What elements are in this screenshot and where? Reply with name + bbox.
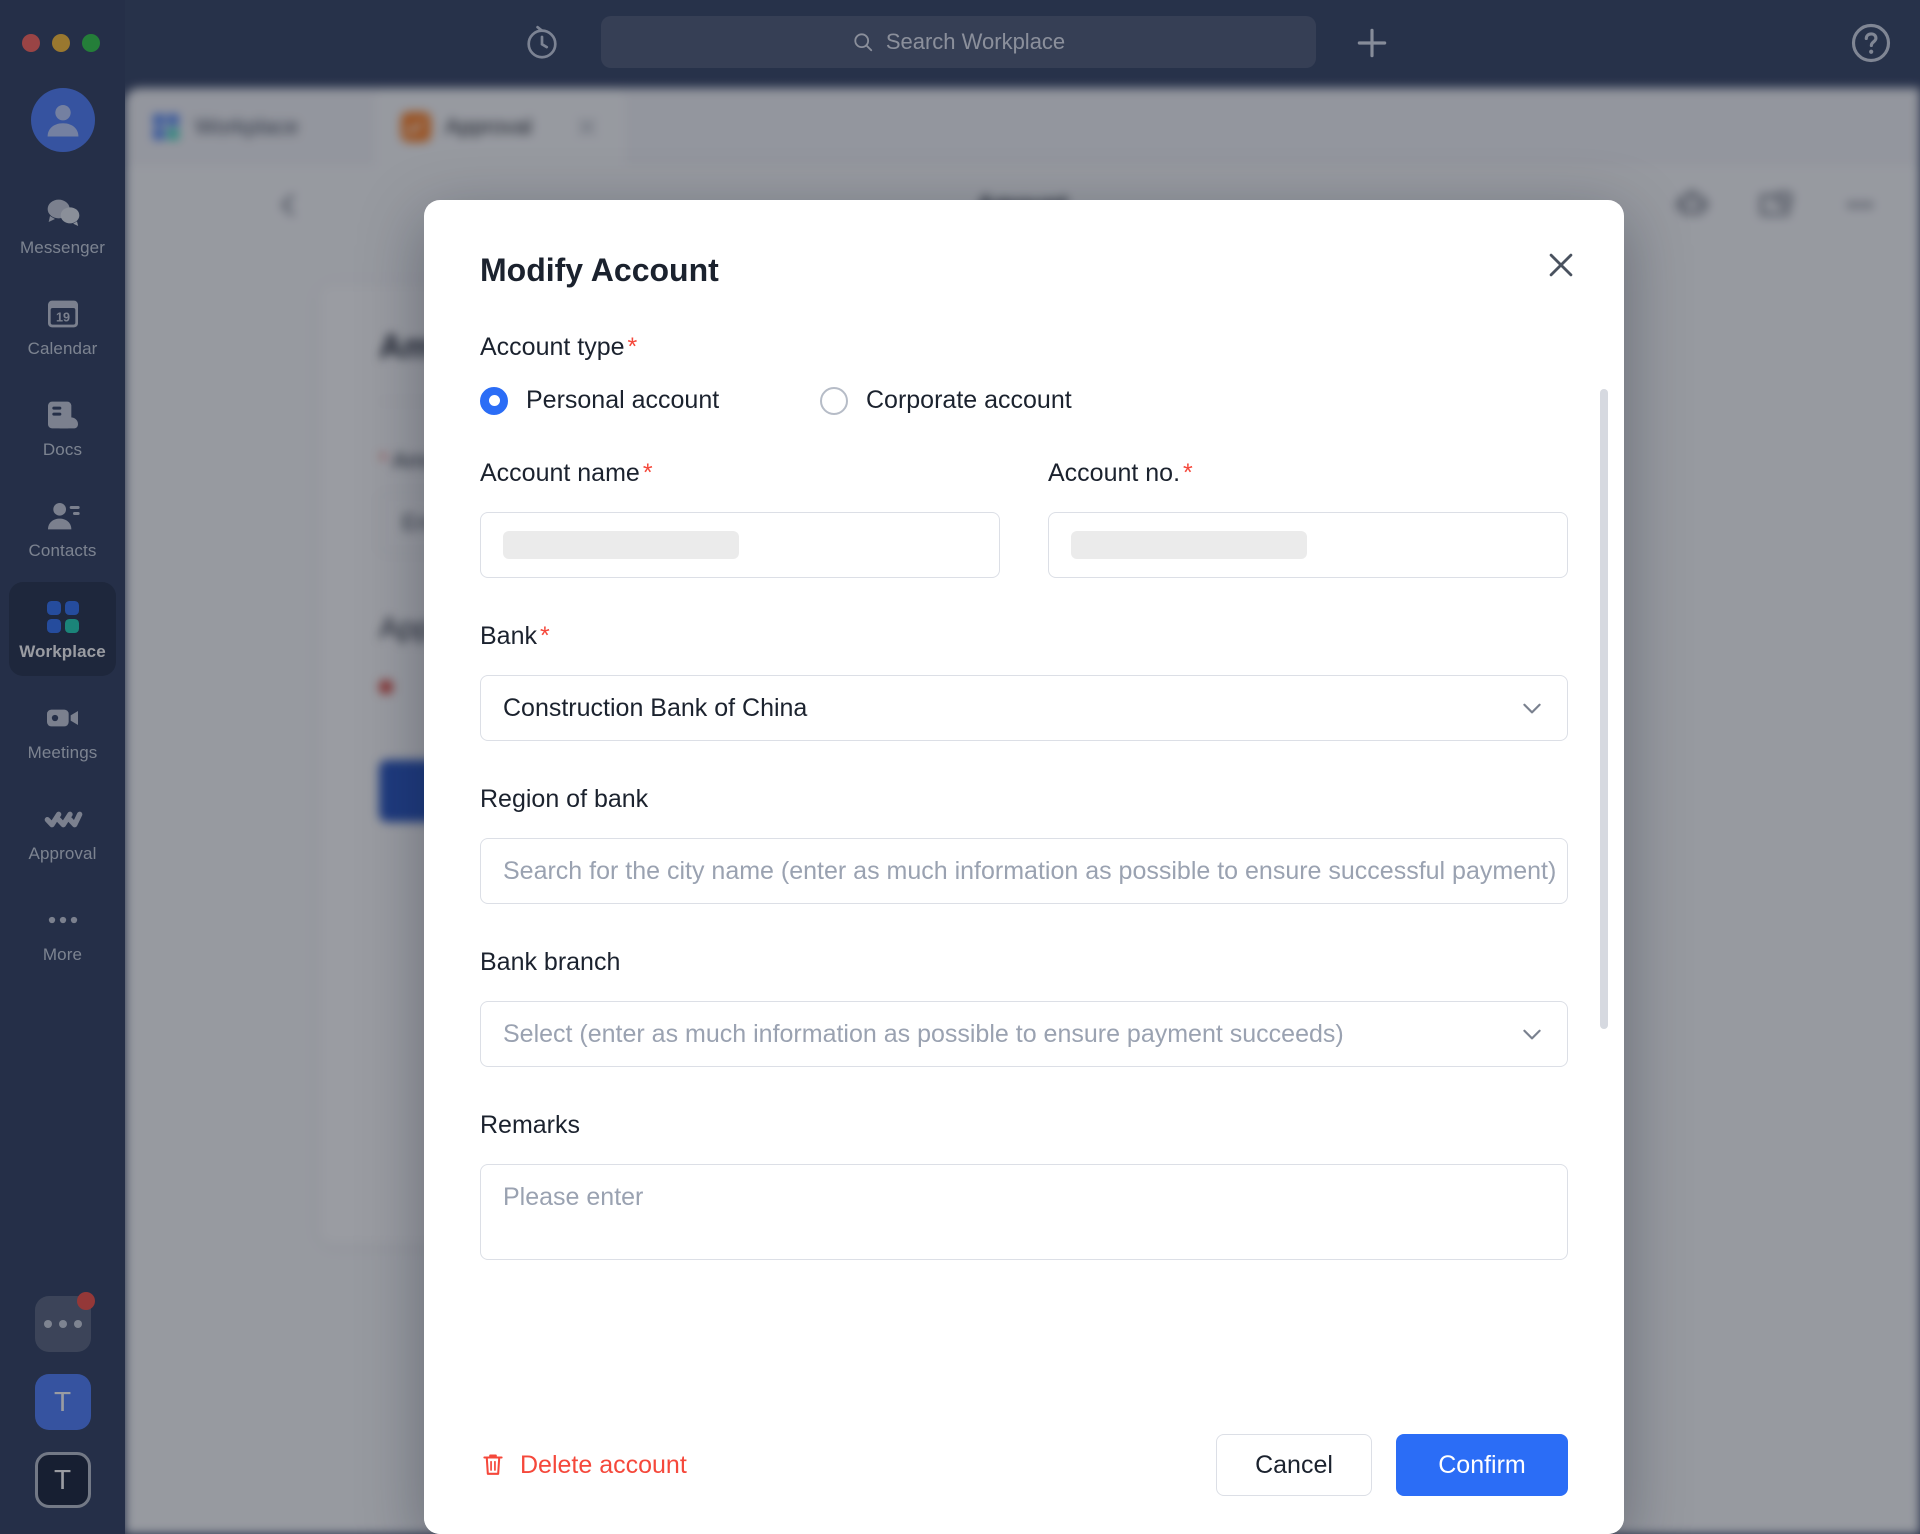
account-type-label: Account type* bbox=[480, 333, 1568, 362]
region-of-bank-label: Region of bank bbox=[480, 785, 1568, 814]
scrollbar-thumb[interactable] bbox=[1600, 389, 1608, 1029]
confirm-button[interactable]: Confirm bbox=[1396, 1434, 1568, 1496]
account-name-group: Account name* bbox=[480, 459, 1000, 578]
scrollbar[interactable] bbox=[1600, 389, 1608, 1309]
trash-icon bbox=[480, 1451, 506, 1479]
region-of-bank-input[interactable]: Search for the city name (enter as much … bbox=[480, 838, 1568, 904]
dialog-header: Modify Account bbox=[424, 200, 1624, 289]
remarks-placeholder: Please enter bbox=[503, 1183, 643, 1212]
dialog-body: Account type* Personal account Corporate… bbox=[424, 289, 1624, 1396]
dialog-title: Modify Account bbox=[480, 252, 1568, 289]
remarks-group: Remarks Please enter bbox=[480, 1111, 1568, 1260]
bank-branch-label: Bank branch bbox=[480, 948, 1568, 977]
bank-branch-placeholder: Select (enter as much information as pos… bbox=[503, 1020, 1344, 1049]
close-icon[interactable] bbox=[1544, 248, 1578, 282]
bank-branch-group: Bank branch Select (enter as much inform… bbox=[480, 948, 1568, 1067]
radio-corporate-account[interactable]: Corporate account bbox=[820, 386, 1072, 415]
account-no-label: Account no.* bbox=[1048, 459, 1568, 488]
remarks-textarea[interactable]: Please enter bbox=[480, 1164, 1568, 1260]
account-type-radios: Personal account Corporate account bbox=[480, 386, 1568, 415]
app-window: Workplace Approval bbox=[0, 0, 1920, 1534]
radio-personal-account[interactable]: Personal account bbox=[480, 386, 820, 415]
redacted-value bbox=[1071, 531, 1307, 559]
delete-account-label: Delete account bbox=[520, 1451, 687, 1480]
radio-label: Corporate account bbox=[866, 386, 1072, 415]
account-name-label: Account name* bbox=[480, 459, 1000, 488]
bank-label: Bank* bbox=[480, 622, 1568, 651]
account-name-input[interactable] bbox=[480, 512, 1000, 578]
delete-account-button[interactable]: Delete account bbox=[480, 1451, 687, 1480]
radio-label: Personal account bbox=[526, 386, 719, 415]
bank-branch-select[interactable]: Select (enter as much information as pos… bbox=[480, 1001, 1568, 1067]
chevron-down-icon bbox=[1519, 695, 1545, 721]
region-of-bank-placeholder: Search for the city name (enter as much … bbox=[503, 857, 1556, 886]
region-of-bank-group: Region of bank Search for the city name … bbox=[480, 785, 1568, 904]
radio-dot-icon bbox=[820, 387, 848, 415]
redacted-value bbox=[503, 531, 739, 559]
required-star: * bbox=[1183, 459, 1193, 487]
bank-group: Bank* Construction Bank of China bbox=[480, 622, 1568, 741]
cancel-button[interactable]: Cancel bbox=[1216, 1434, 1372, 1496]
dialog-footer: Delete account Cancel Confirm bbox=[424, 1396, 1624, 1534]
bank-value: Construction Bank of China bbox=[503, 694, 807, 723]
bank-select[interactable]: Construction Bank of China bbox=[480, 675, 1568, 741]
modify-account-dialog: Modify Account Account type* Personal ac… bbox=[424, 200, 1624, 1534]
radio-dot-icon bbox=[480, 387, 508, 415]
required-star: * bbox=[643, 459, 653, 487]
chevron-down-icon bbox=[1519, 1021, 1545, 1047]
required-star: * bbox=[628, 333, 638, 361]
account-type-group: Account type* Personal account Corporate… bbox=[480, 333, 1568, 415]
account-no-group: Account no.* bbox=[1048, 459, 1568, 578]
account-no-input[interactable] bbox=[1048, 512, 1568, 578]
account-identity-row: Account name* Account no.* bbox=[480, 459, 1568, 578]
required-star: * bbox=[540, 622, 550, 650]
remarks-label: Remarks bbox=[480, 1111, 1568, 1140]
